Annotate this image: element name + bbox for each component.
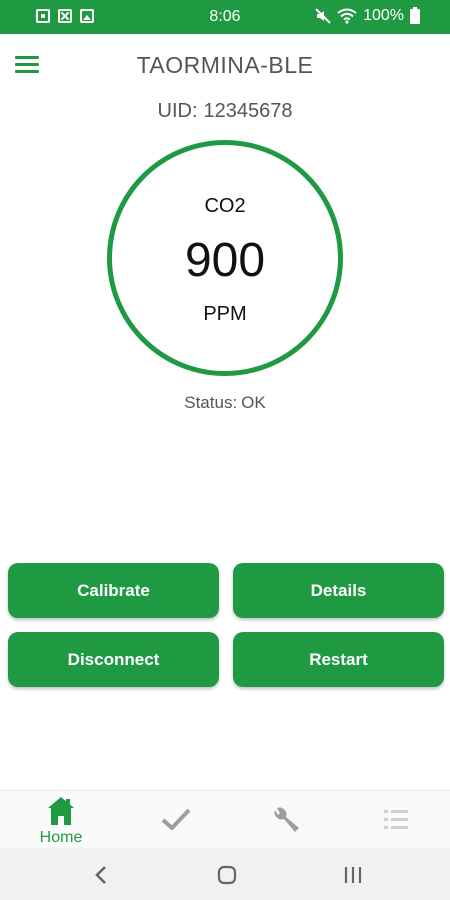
mute-icon — [315, 8, 331, 24]
calibrate-button[interactable]: Calibrate — [8, 563, 219, 618]
details-button[interactable]: Details — [233, 563, 444, 618]
home-circle-icon[interactable] — [217, 865, 237, 885]
app-title: TAORMINA-BLE — [136, 52, 314, 78]
home-icon — [48, 797, 74, 825]
status-value: OK — [241, 393, 266, 412]
status-bar: 8:06 100% — [0, 0, 450, 34]
bottom-navigation: Home — [0, 790, 450, 848]
check-icon — [161, 808, 191, 830]
back-icon[interactable] — [94, 865, 108, 885]
list-icon — [384, 810, 408, 829]
nav-wrench-tab[interactable] — [230, 791, 342, 849]
co2-gauge: CO2 900 PPM — [107, 140, 343, 376]
uid-label: UID: — [157, 100, 198, 122]
gauge-name: CO2 — [204, 195, 246, 217]
status-text: Status: OK — [0, 393, 450, 413]
uid-value: 12345678 — [203, 100, 293, 122]
battery-icon — [410, 6, 420, 24]
disconnect-button[interactable]: Disconnect — [8, 632, 219, 687]
wifi-icon — [337, 8, 357, 24]
wrench-icon — [274, 807, 299, 832]
recents-icon[interactable] — [343, 865, 363, 885]
gauge-unit: PPM — [203, 303, 247, 325]
device-uid: UID: 12345678 — [0, 100, 450, 123]
nav-check-tab[interactable] — [120, 791, 232, 849]
nav-list-tab[interactable] — [340, 791, 450, 849]
nav-home-label: Home — [39, 829, 83, 846]
nav-home-tab[interactable]: Home — [5, 791, 117, 849]
status-right-icons: 100% — [315, 6, 420, 25]
status-label: Status: — [184, 393, 238, 412]
battery-percent: 100% — [363, 7, 404, 24]
restart-button[interactable]: Restart — [233, 632, 444, 687]
system-navigation-bar — [0, 848, 450, 900]
gauge-value: 900 — [184, 234, 266, 287]
